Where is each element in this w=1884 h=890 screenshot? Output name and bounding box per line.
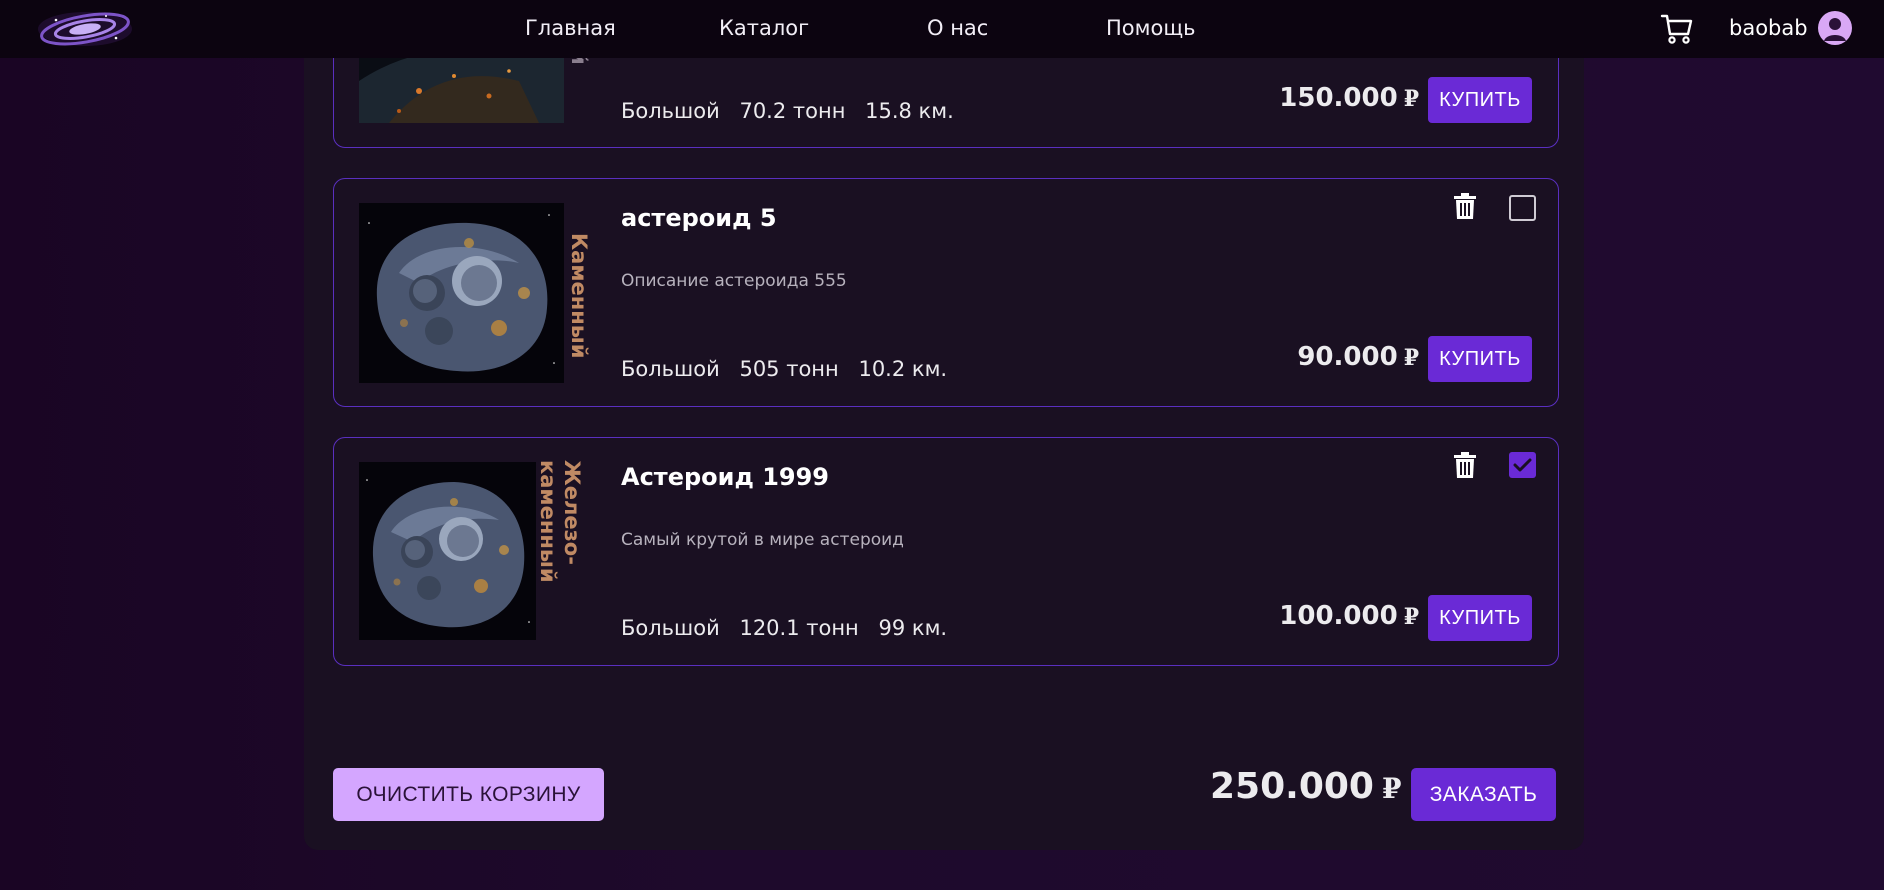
cart-item: Каменный астероид 5 Описание астероида 5… xyxy=(333,178,1559,407)
asteroid-type-label: Железо- каменный xyxy=(536,460,584,583)
ruble-sign: ₽ xyxy=(1403,345,1419,371)
asteroid-specs: Большой 505 тонн 10.2 км. xyxy=(621,357,960,381)
nav-link-catalog[interactable]: Каталог xyxy=(719,16,809,40)
ruble-sign: ₽ xyxy=(1403,604,1419,630)
ruble-sign: ₽ xyxy=(1403,86,1419,112)
select-checkbox[interactable] xyxy=(1509,195,1536,221)
nav-link-help[interactable]: Помощь xyxy=(1106,16,1196,40)
asteroid-specs: Большой 120.1 тонн 99 км. xyxy=(621,616,960,640)
asteroid-description: Самый крутой в мире астероид xyxy=(621,530,904,550)
diameter-value: 15.8 км. xyxy=(865,99,954,123)
check-icon xyxy=(1513,458,1532,472)
trash-icon[interactable] xyxy=(1454,452,1476,478)
top-navbar: Главная Каталог О нас Помощь baobab xyxy=(0,0,1884,58)
item-price: 150.000 ₽ xyxy=(1269,83,1419,113)
size-value: Большой xyxy=(621,616,720,640)
size-value: Большой xyxy=(621,99,720,123)
buy-button[interactable]: КУПИТЬ xyxy=(1428,336,1532,382)
size-value: Большой xyxy=(621,357,720,381)
cart-total: 250.000 ₽ xyxy=(1210,766,1401,807)
ruble-sign: ₽ xyxy=(1381,772,1402,805)
clear-cart-button[interactable]: ОЧИСТИТЬ КОРЗИНУ xyxy=(333,768,604,821)
price-value: 100.000 xyxy=(1279,601,1398,631)
mass-value: 120.1 тонн xyxy=(739,616,859,640)
mass-value: 70.2 тонн xyxy=(739,99,846,123)
cart-icon[interactable] xyxy=(1660,13,1694,45)
asteroid-type-label: Каменный xyxy=(567,233,591,359)
asteroid-specs: Большой 70.2 тонн 15.8 км. xyxy=(621,99,967,123)
buy-button[interactable]: КУПИТЬ xyxy=(1428,595,1532,641)
diameter-value: 10.2 км. xyxy=(858,357,948,381)
mass-value: 505 тонн xyxy=(739,357,839,381)
asteroid-description: Описание астероида 555 xyxy=(621,271,847,291)
cart-item: Железо- каменный Астероид 1999 Самый кру… xyxy=(333,437,1559,666)
diameter-value: 99 км. xyxy=(878,616,948,640)
item-price: 90.000 ₽ xyxy=(1269,342,1419,372)
asteroid-title: астероид 5 xyxy=(621,204,777,232)
total-value: 250.000 xyxy=(1210,766,1374,807)
user-avatar-icon[interactable] xyxy=(1818,11,1852,45)
select-checkbox[interactable] xyxy=(1509,452,1536,478)
buy-button[interactable]: КУПИТЬ xyxy=(1428,77,1532,123)
nav-link-about[interactable]: О нас xyxy=(927,16,988,40)
asteroid-title: Астероид 1999 xyxy=(621,463,830,491)
username[interactable]: baobab xyxy=(1729,16,1808,40)
asteroid-image xyxy=(359,462,536,640)
item-price: 100.000 ₽ xyxy=(1269,601,1419,631)
order-button[interactable]: ЗАКАЗАТЬ xyxy=(1411,768,1556,821)
galaxy-logo[interactable] xyxy=(36,8,134,50)
asteroid-image xyxy=(359,203,564,383)
price-value: 150.000 xyxy=(1279,83,1398,113)
price-value: 90.000 xyxy=(1297,342,1398,372)
nav-link-home[interactable]: Главная xyxy=(525,16,616,40)
trash-icon[interactable] xyxy=(1454,193,1476,219)
